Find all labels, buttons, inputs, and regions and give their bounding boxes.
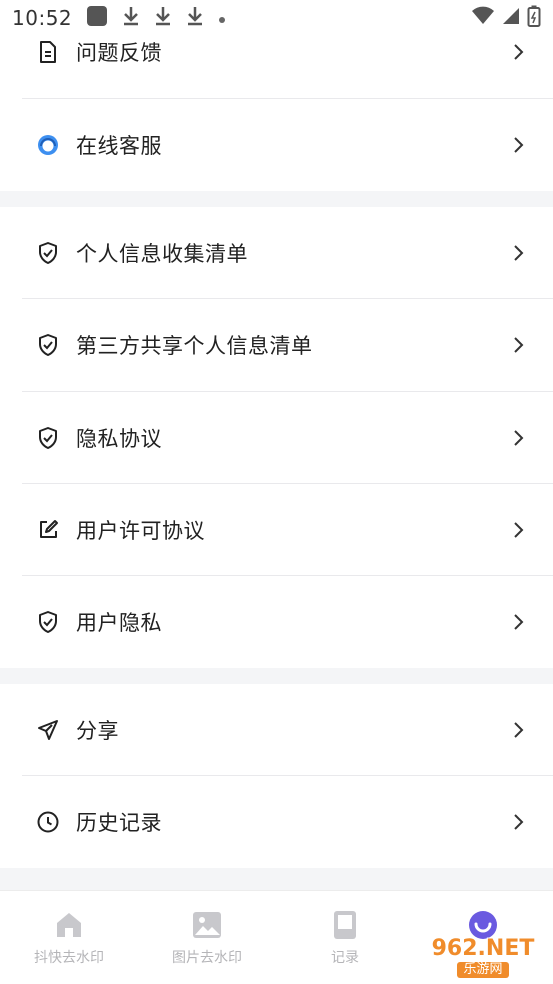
chevron-right-icon <box>514 137 524 153</box>
chevron-right-icon <box>514 522 524 538</box>
tab-image-watermark[interactable]: 图片去水印 <box>138 891 276 984</box>
chevron-right-icon <box>514 814 524 830</box>
site-watermark: 962.NET 乐游网 <box>418 936 548 978</box>
send-icon <box>36 718 60 742</box>
share-row[interactable]: 分享 <box>0 684 553 776</box>
download-icon <box>154 5 172 31</box>
chevron-right-icon <box>514 614 524 630</box>
privacy-group: 个人信息收集清单 第三方共享个人信息清单 隐私协议 用户许可协议 用户隐私 <box>0 207 553 668</box>
chevron-right-icon <box>514 44 524 60</box>
other-group: 分享 历史记录 <box>0 684 553 868</box>
shield-check-icon <box>36 333 60 357</box>
tab-label: 抖快去水印 <box>34 950 104 966</box>
privacy-agreement-label: 隐私协议 <box>76 427 162 451</box>
chevron-right-icon <box>514 722 524 738</box>
tab-label: 图片去水印 <box>172 950 242 966</box>
chevron-right-icon <box>514 337 524 353</box>
user-license-label: 用户许可协议 <box>76 519 205 543</box>
third-party-sharing-row[interactable]: 第三方共享个人信息清单 <box>0 299 553 391</box>
home-icon <box>53 909 85 941</box>
online-service-row[interactable]: 在线客服 <box>0 99 553 191</box>
chevron-right-icon <box>514 430 524 446</box>
image-icon <box>191 909 223 941</box>
third-party-sharing-label: 第三方共享个人信息清单 <box>76 334 313 358</box>
system-icons <box>471 5 541 31</box>
online-service-label: 在线客服 <box>76 134 162 158</box>
status-bar: 10:52 <box>0 0 553 36</box>
personal-info-list-row[interactable]: 个人信息收集清单 <box>0 207 553 299</box>
user-privacy-row[interactable]: 用户隐私 <box>0 576 553 668</box>
document-icon <box>36 40 60 64</box>
feedback-label: 问题反馈 <box>76 41 162 65</box>
tab-label: 记录 <box>331 950 359 966</box>
shield-check-icon <box>36 426 60 450</box>
watermark-site-name: 乐游网 <box>457 962 509 978</box>
notification-icons <box>86 5 226 31</box>
app-notification-icon <box>86 5 108 31</box>
customer-service-icon <box>36 133 60 157</box>
shield-check-icon <box>36 241 60 265</box>
history-row[interactable]: 历史记录 <box>0 776 553 868</box>
record-icon <box>329 909 361 941</box>
share-label: 分享 <box>76 719 119 743</box>
signal-icon <box>501 6 521 30</box>
clock-icon <box>36 810 60 834</box>
status-time: 10:52 <box>12 6 73 30</box>
shield-check-icon <box>36 610 60 634</box>
privacy-agreement-row[interactable]: 隐私协议 <box>0 392 553 484</box>
edit-icon <box>36 518 60 542</box>
user-license-row[interactable]: 用户许可协议 <box>0 484 553 576</box>
tab-records[interactable]: 记录 <box>276 891 414 984</box>
battery-icon <box>527 5 541 31</box>
user-privacy-label: 用户隐私 <box>76 611 162 635</box>
download-icon <box>186 5 204 31</box>
history-label: 历史记录 <box>76 811 162 835</box>
personal-info-list-label: 个人信息收集清单 <box>76 242 248 266</box>
wifi-icon <box>471 6 495 30</box>
watermark-logo-text: 962.NET <box>431 936 535 961</box>
settings-list: 问题反馈 在线客服 个人信息收集清单 第三方共享个人信息清单 隐私协议 用户许可… <box>0 0 553 890</box>
more-dot-icon <box>218 9 226 28</box>
download-icon <box>122 5 140 31</box>
tab-video-watermark[interactable]: 抖快去水印 <box>0 891 138 984</box>
chevron-right-icon <box>514 245 524 261</box>
